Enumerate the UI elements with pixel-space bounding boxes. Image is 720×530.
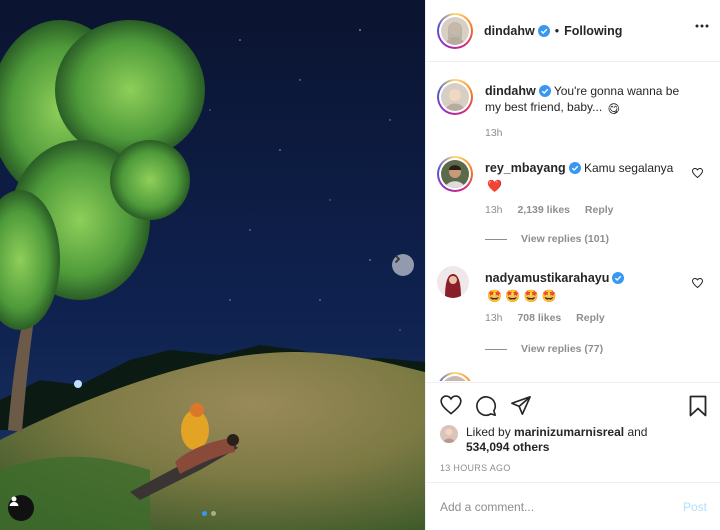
comment-time[interactable]: 13h [485, 312, 503, 324]
reply-button[interactable]: Reply [576, 312, 605, 324]
post-actions: Liked by marinizumarnisreal and 534,094 … [426, 382, 720, 482]
next-arrow-icon [394, 254, 401, 264]
comment-username[interactable]: nadyamustikarahayu [485, 271, 609, 285]
comment-body: Kamu segalanya [583, 161, 674, 175]
comment-likes[interactable]: 708 likes [517, 312, 561, 324]
comment-username[interactable]: rey_mbayang [485, 161, 566, 175]
comment-avatar-ring[interactable] [437, 372, 473, 381]
comments-list[interactable]: dindahw You're gonna wanna be my best fr… [426, 63, 720, 381]
following-button[interactable]: Following [564, 24, 622, 38]
post-header: dindahw • Following [426, 0, 720, 62]
comment-emoji: ❤️ [487, 179, 502, 193]
reply-button[interactable]: Reply [585, 204, 614, 216]
more-options-icon[interactable] [695, 24, 709, 28]
heart-icon[interactable] [440, 395, 462, 415]
view-replies-button[interactable]: View replies (77) [485, 343, 603, 355]
next-slide-button[interactable] [392, 254, 414, 276]
avatar [441, 16, 469, 45]
share-icon[interactable] [510, 395, 532, 416]
liked-by-prefix: Liked by [466, 425, 511, 439]
divider-line [485, 348, 507, 350]
post-side-panel: dindahw • Following dindahw You're gonna… [425, 0, 720, 530]
comment-meta: 13h 2,139 likes Reply [485, 204, 626, 216]
separator-dot: • [554, 23, 560, 38]
caption-emoji: 😋 [607, 102, 621, 116]
comment-icon[interactable] [475, 395, 497, 417]
heart-icon[interactable] [692, 168, 703, 178]
comment-meta: 13h 708 likes Reply [485, 312, 617, 324]
avatar [441, 83, 469, 111]
avatar [441, 376, 469, 381]
liked-by-others[interactable]: 534,094 others [466, 440, 549, 454]
carousel-dot-active [202, 511, 207, 516]
verified-badge-icon [537, 24, 550, 37]
heart-icon[interactable] [692, 278, 703, 288]
view-replies-label: View replies (101) [521, 233, 609, 245]
liked-by-and: and [627, 425, 648, 439]
comment-avatar[interactable] [437, 266, 469, 298]
comment-avatar-ring[interactable] [437, 156, 473, 192]
caption-avatar-ring[interactable] [437, 79, 473, 115]
divider-line [485, 238, 507, 240]
add-comment-input[interactable] [440, 499, 683, 514]
comment-time[interactable]: 13h [485, 204, 503, 216]
verified-badge-icon [568, 162, 581, 174]
author-username[interactable]: dindahw [484, 24, 535, 38]
carousel-dots [202, 511, 216, 516]
comment-text: rey_mbayang Kamu segalanya ❤️ [485, 160, 685, 194]
author-avatar-ring[interactable] [437, 12, 473, 49]
post-timestamp[interactable]: 13 HOURS AGO [440, 463, 511, 473]
view-replies-button[interactable]: View replies (101) [485, 233, 609, 245]
tagged-users-button[interactable] [8, 495, 34, 521]
verified-badge-icon [538, 85, 551, 97]
tag-user-icon [9, 496, 19, 506]
night-sky-photo [0, 0, 425, 530]
view-replies-label: View replies (77) [521, 343, 604, 355]
post-photo[interactable] [0, 0, 425, 530]
post-comment-button[interactable]: Post [683, 500, 707, 514]
avatar [441, 160, 469, 188]
caption-text: dindahw You're gonna wanna be my best fr… [485, 83, 685, 117]
caption-username[interactable]: dindahw [485, 84, 536, 98]
caption-time[interactable]: 13h [485, 127, 503, 139]
verified-badge-icon [612, 272, 625, 284]
comment-likes[interactable]: 2,139 likes [517, 204, 570, 216]
caption-meta: 13h [485, 127, 515, 139]
liker-avatar[interactable] [440, 425, 458, 443]
comment-text: nadyamustikarahayu 🤩 🤩 🤩 🤩 [485, 270, 685, 304]
add-comment-bar: Post [426, 482, 720, 530]
bookmark-icon[interactable] [689, 395, 707, 417]
liked-by-user[interactable]: marinizumarnisreal [514, 425, 624, 439]
carousel-dot [211, 511, 216, 516]
comment-emoji: 🤩 🤩 🤩 🤩 [487, 289, 557, 303]
likes-summary: Liked by marinizumarnisreal and 534,094 … [440, 425, 647, 455]
